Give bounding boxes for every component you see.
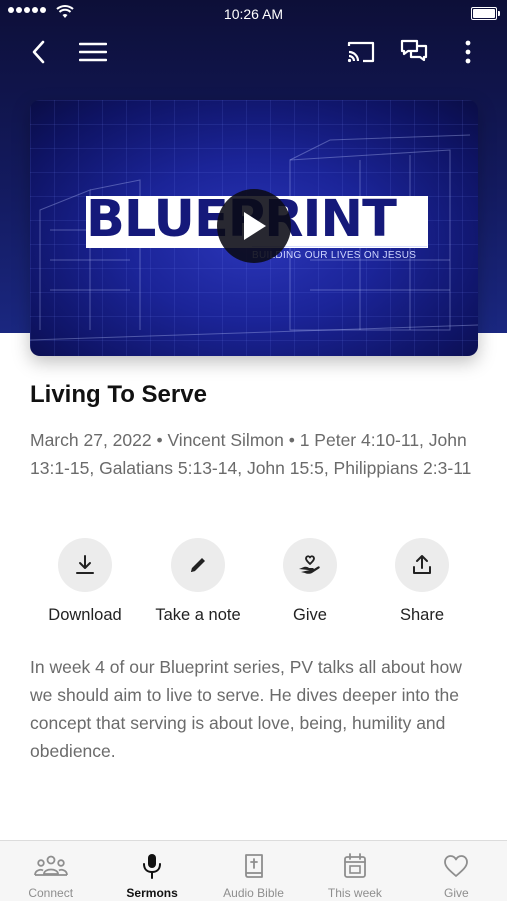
heart-icon [444, 855, 469, 877]
download-button[interactable]: Download [30, 538, 140, 625]
menu-button[interactable] [75, 36, 111, 68]
give-label: Give [293, 606, 327, 624]
people-icon [33, 855, 68, 876]
sermon-description: In week 4 of our Blueprint series, PV ta… [30, 657, 462, 761]
bottom-tab-bar: Connect Sermons Audio Bible This week Gi… [0, 840, 507, 901]
chat-button[interactable] [396, 36, 432, 68]
chat-bubbles-icon [400, 39, 428, 62]
bible-icon [244, 854, 263, 878]
tab-sermons-label: Sermons [126, 886, 178, 900]
tab-give-label: Give [443, 886, 469, 900]
more-vertical-icon [465, 40, 471, 64]
tab-audio-bible[interactable]: Audio Bible [203, 841, 304, 901]
status-bar: 10:26 AM [0, 0, 507, 28]
share-label: Share [399, 606, 445, 624]
calendar-icon [344, 853, 366, 878]
give-button[interactable]: Give [255, 538, 365, 625]
sermon-title: Living To Serve [30, 381, 207, 408]
tab-sermons[interactable]: Sermons [101, 841, 202, 901]
hamburger-menu-icon [79, 42, 107, 62]
battery-icon [471, 7, 500, 20]
chevron-left-icon [32, 40, 45, 64]
heart-hand-icon [299, 555, 320, 574]
download-icon [76, 555, 94, 574]
tab-this-week-label: This week [327, 886, 382, 900]
status-time: 10:26 AM [223, 6, 284, 22]
tab-connect-label: Connect [28, 886, 74, 900]
tab-connect[interactable]: Connect [0, 841, 101, 901]
take-a-note-label: Take a note [155, 606, 241, 624]
more-options-button[interactable] [450, 36, 486, 68]
sermon-meta: March 27, 2022 • Vincent Silmon • 1 Pete… [30, 430, 472, 478]
tab-give[interactable]: Give [406, 841, 507, 901]
take-a-note-button[interactable]: Take a note [143, 538, 253, 625]
cast-icon [347, 41, 375, 63]
tab-audio-bible-label: Audio Bible [223, 886, 284, 900]
share-icon [413, 555, 431, 574]
play-icon [244, 212, 266, 240]
share-button[interactable]: Share [367, 538, 477, 625]
back-button[interactable] [20, 36, 56, 68]
cast-button[interactable] [343, 36, 379, 68]
play-button[interactable] [217, 189, 291, 263]
sermon-artwork: BLUEP RINT BUILDING OUR LIVES ON JESUS [30, 100, 478, 356]
tab-this-week[interactable]: This week [304, 841, 405, 901]
microphone-icon [143, 854, 162, 879]
download-label: Download [48, 606, 122, 624]
pencil-icon [191, 558, 205, 572]
